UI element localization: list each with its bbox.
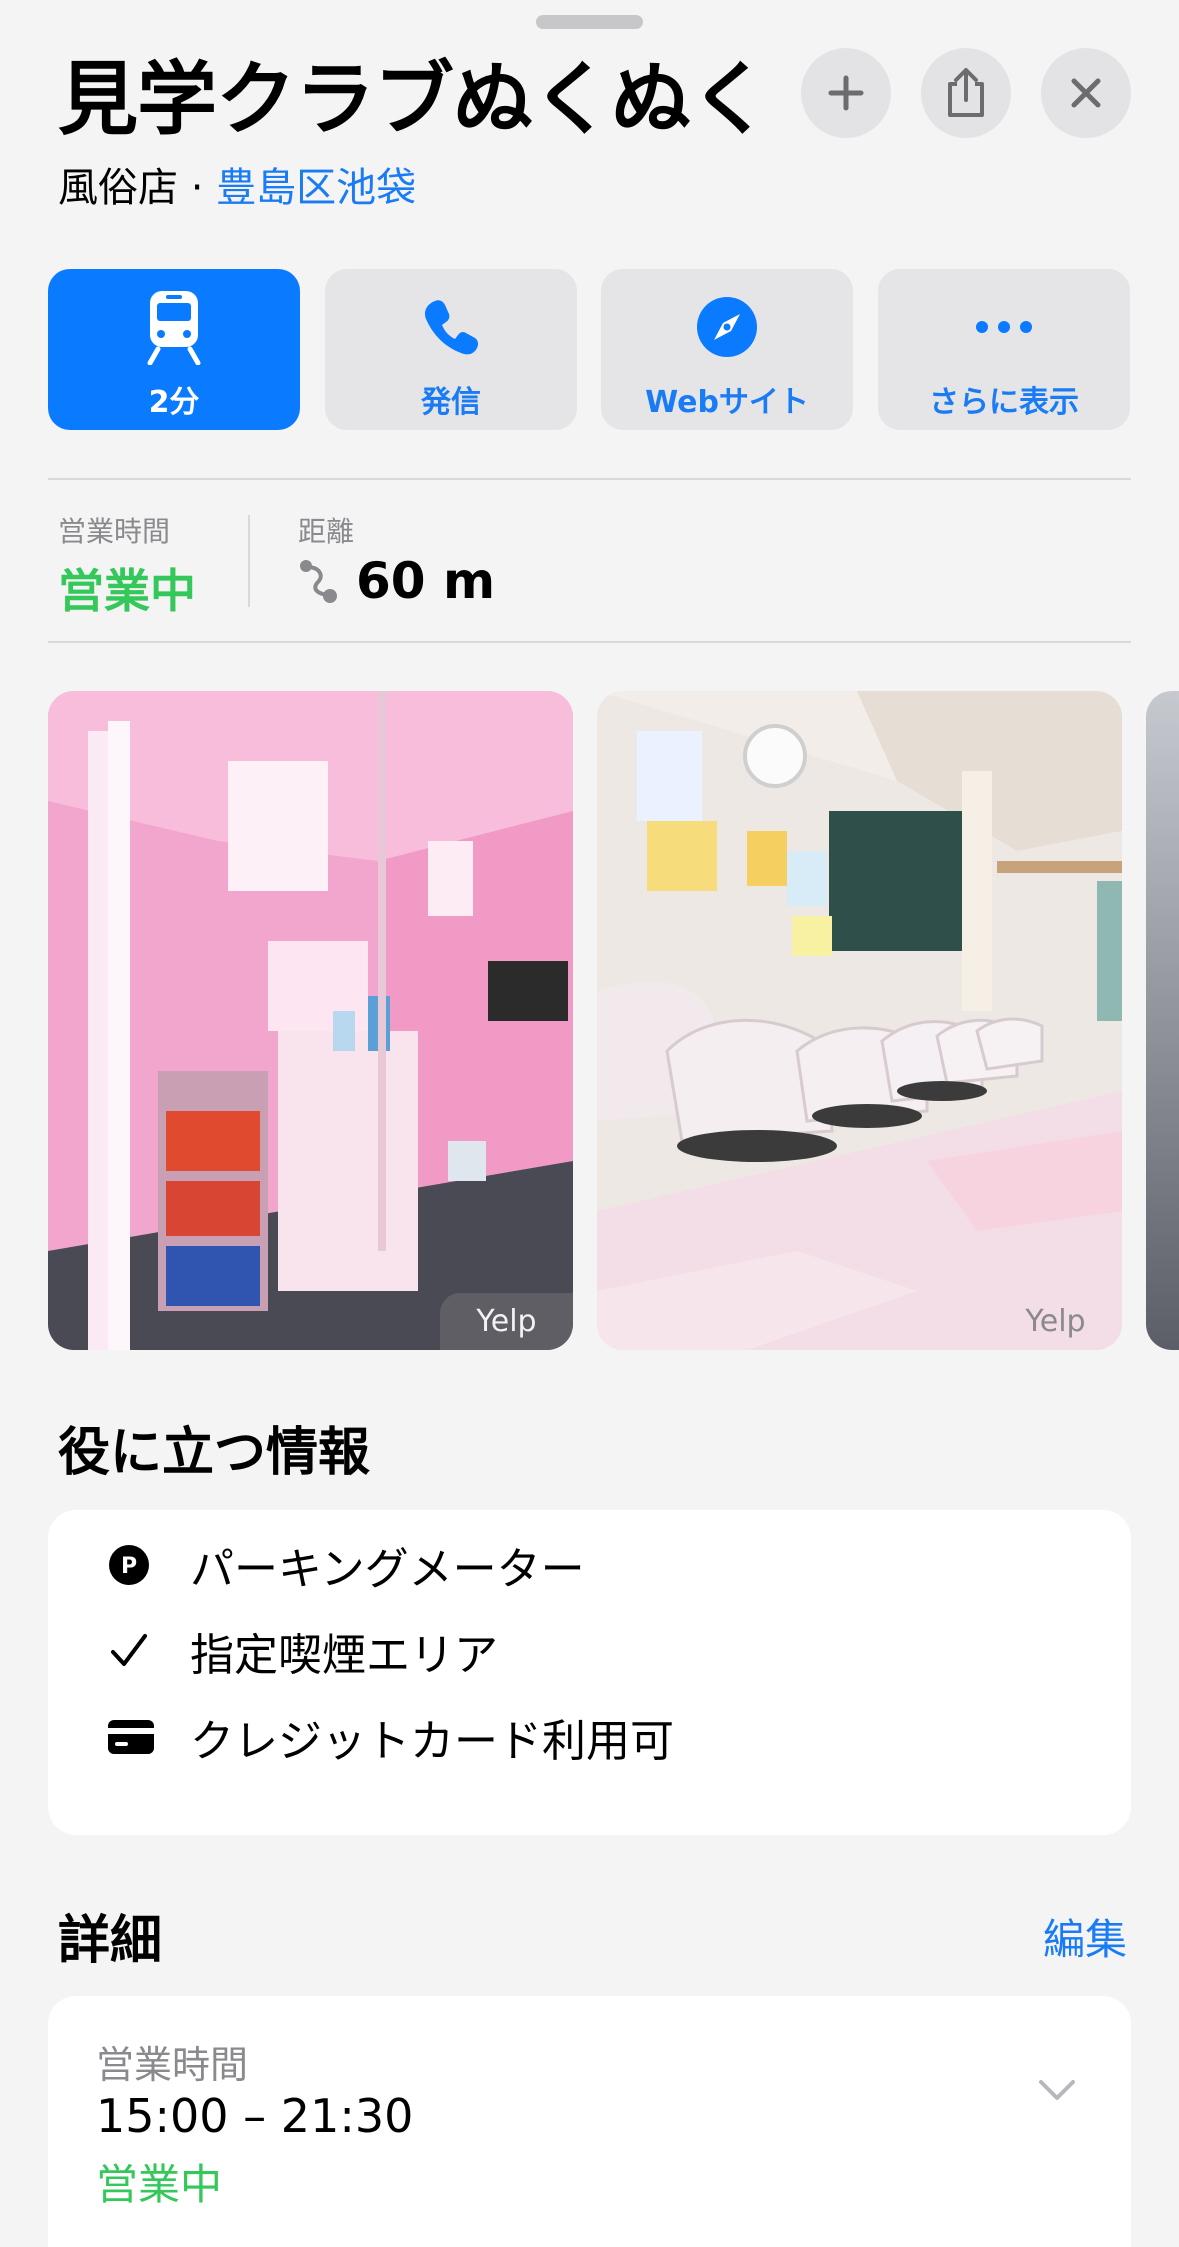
details-title: 詳細 bbox=[58, 1911, 163, 1971]
feature-item: P パーキングメーター bbox=[108, 1535, 585, 1595]
hours-label: 営業時間 bbox=[58, 515, 171, 548]
check-icon bbox=[108, 1630, 190, 1672]
divider bbox=[48, 641, 1131, 643]
website-button[interactable]: Webサイト bbox=[601, 269, 853, 430]
distance-label: 距離 bbox=[298, 515, 355, 548]
distance-value: 60 m bbox=[356, 552, 496, 610]
share-icon bbox=[948, 68, 984, 117]
details-hours-value: 15:00 – 21:30 bbox=[96, 2089, 414, 2143]
hours-card[interactable]: 営業時間 15:00 – 21:30 営業中 bbox=[48, 1996, 1131, 2247]
compass-icon bbox=[696, 291, 758, 363]
useful-info-title: 役に立つ情報 bbox=[58, 1423, 371, 1483]
photo-3-image bbox=[1146, 691, 1179, 1350]
more-button[interactable]: さらに表示 bbox=[878, 269, 1130, 430]
directions-button[interactable]: 2分 bbox=[48, 269, 300, 430]
edit-link[interactable]: 編集 bbox=[1043, 1906, 1127, 1967]
place-sheet: 見学クラブぬくぬく 風俗店 · 豊島区池袋 2分 発信 Webサイト さらに表示… bbox=[0, 0, 1179, 2247]
place-location-link[interactable]: 豊島区池袋 bbox=[216, 165, 416, 211]
route-icon bbox=[300, 560, 337, 603]
feature-text: クレジットカード利用可 bbox=[190, 1716, 674, 1767]
details-hours-status: 営業中 bbox=[96, 2160, 223, 2209]
place-title: 見学クラブぬくぬく bbox=[58, 53, 770, 146]
photo-2-source: Yelp bbox=[1025, 1304, 1086, 1339]
photo-2-image bbox=[597, 691, 1122, 1350]
photo-3-peek[interactable] bbox=[1146, 691, 1179, 1350]
subtitle-separator: · bbox=[178, 165, 217, 211]
svg-text:P: P bbox=[121, 1554, 137, 1579]
feature-text: パーキングメーター bbox=[190, 1544, 585, 1595]
info-divider bbox=[248, 515, 250, 607]
useful-info-card: P パーキングメーター 指定喫煙エリア クレジットカード利用可 bbox=[48, 1510, 1131, 1835]
more-label: さらに表示 bbox=[929, 385, 1079, 420]
photo-1[interactable]: Yelp bbox=[48, 691, 573, 1350]
parking-icon: P bbox=[108, 1544, 190, 1586]
feature-item: クレジットカード利用可 bbox=[108, 1707, 674, 1767]
call-label: 発信 bbox=[421, 385, 481, 420]
call-button[interactable]: 発信 bbox=[325, 269, 577, 430]
add-button[interactable] bbox=[801, 48, 891, 138]
photo-1-image bbox=[48, 691, 573, 1350]
place-subtitle: 風俗店 · 豊島区池袋 bbox=[58, 158, 416, 218]
details-hours-label: 営業時間 bbox=[96, 2043, 249, 2087]
phone-icon bbox=[421, 291, 481, 363]
place-category: 風俗店 bbox=[58, 165, 178, 211]
chevron-down-icon[interactable] bbox=[1037, 2078, 1077, 2102]
photo-2[interactable]: Yelp bbox=[597, 691, 1122, 1350]
feature-text: 指定喫煙エリア bbox=[190, 1630, 498, 1681]
directions-label: 2分 bbox=[148, 385, 200, 420]
add-icon bbox=[828, 75, 864, 111]
credit-card-icon bbox=[108, 1720, 190, 1754]
divider bbox=[48, 478, 1131, 480]
close-button[interactable] bbox=[1041, 48, 1131, 138]
hours-status[interactable]: 営業中 bbox=[58, 555, 196, 621]
distance-value-row: 60 m bbox=[298, 552, 495, 610]
more-icon bbox=[974, 291, 1034, 363]
website-label: Webサイト bbox=[645, 385, 809, 420]
close-icon bbox=[1071, 78, 1101, 108]
train-icon bbox=[146, 291, 202, 365]
feature-item: 指定喫煙エリア bbox=[108, 1621, 498, 1681]
share-button[interactable] bbox=[921, 48, 1011, 138]
sheet-grabber[interactable] bbox=[536, 15, 643, 29]
photo-1-source: Yelp bbox=[440, 1293, 573, 1350]
